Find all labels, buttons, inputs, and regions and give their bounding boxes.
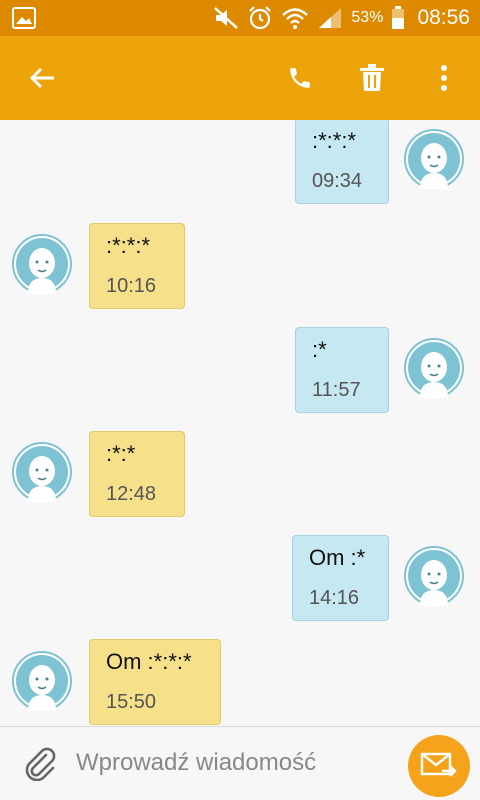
mute-icon — [214, 7, 239, 29]
message-text: :*:*:* — [312, 128, 357, 153]
message-bubble-incoming[interactable]: :*:* 12:48 — [89, 431, 185, 517]
back-arrow-icon — [29, 67, 54, 89]
phone-icon — [290, 68, 310, 88]
call-button[interactable] — [272, 36, 328, 120]
status-clock: 08:56 — [417, 6, 470, 29]
more-vert-icon — [441, 65, 447, 91]
avatar-icon[interactable] — [12, 234, 72, 294]
app-bar — [0, 36, 480, 120]
trash-icon — [360, 64, 384, 91]
status-bar: 53% 08:56 — [0, 0, 480, 36]
avatar-icon[interactable] — [404, 546, 464, 606]
message-text: :* — [312, 337, 327, 362]
message-composer — [0, 726, 480, 800]
signal-icon — [319, 8, 342, 28]
message-bubble-outgoing[interactable]: :* 11:57 — [295, 327, 389, 413]
message-input[interactable] — [76, 747, 386, 779]
message-time: 11:57 — [312, 379, 361, 401]
delete-button[interactable] — [344, 36, 400, 120]
more-options-button[interactable] — [416, 36, 472, 120]
message-bubble-outgoing[interactable]: Om :* 14:16 — [292, 535, 389, 621]
status-icons: 53% 08:56 — [213, 0, 470, 36]
message-text: Om :*:*:* — [106, 649, 192, 674]
message-time: 14:16 — [309, 587, 360, 609]
gallery-icon — [12, 7, 36, 29]
message-bubble-outgoing[interactable]: :*:*:* 09:34 — [295, 120, 389, 204]
avatar-icon[interactable] — [12, 651, 72, 711]
message-text: Om :* — [309, 545, 366, 570]
send-mail-icon — [420, 752, 457, 777]
message-bubble-incoming[interactable]: :*:*:* 10:16 — [89, 223, 185, 309]
back-button[interactable] — [14, 36, 70, 120]
message-time: 10:16 — [106, 275, 157, 297]
send-button[interactable] — [408, 735, 470, 797]
avatar-icon[interactable] — [12, 442, 72, 502]
message-time: 15:50 — [106, 691, 157, 713]
message-text: :*:*:* — [106, 233, 151, 258]
conversation-list[interactable]: :*:*:* 09:34 :*:*:* 10:16 :* 11:57:*:* … — [0, 120, 480, 726]
alarm-icon — [249, 6, 272, 30]
avatar-icon[interactable] — [404, 129, 464, 189]
wifi-icon — [282, 8, 309, 29]
message-text: :*:* — [106, 441, 136, 466]
message-time: 09:34 — [312, 170, 363, 192]
message-time: 12:48 — [106, 483, 157, 505]
paperclip-icon[interactable] — [22, 745, 58, 781]
battery-icon — [392, 6, 405, 29]
message-bubble-incoming[interactable]: Om :*:*:* 15:50 — [89, 639, 221, 725]
avatar-icon[interactable] — [404, 338, 464, 398]
battery-percent: 53% — [351, 9, 384, 26]
